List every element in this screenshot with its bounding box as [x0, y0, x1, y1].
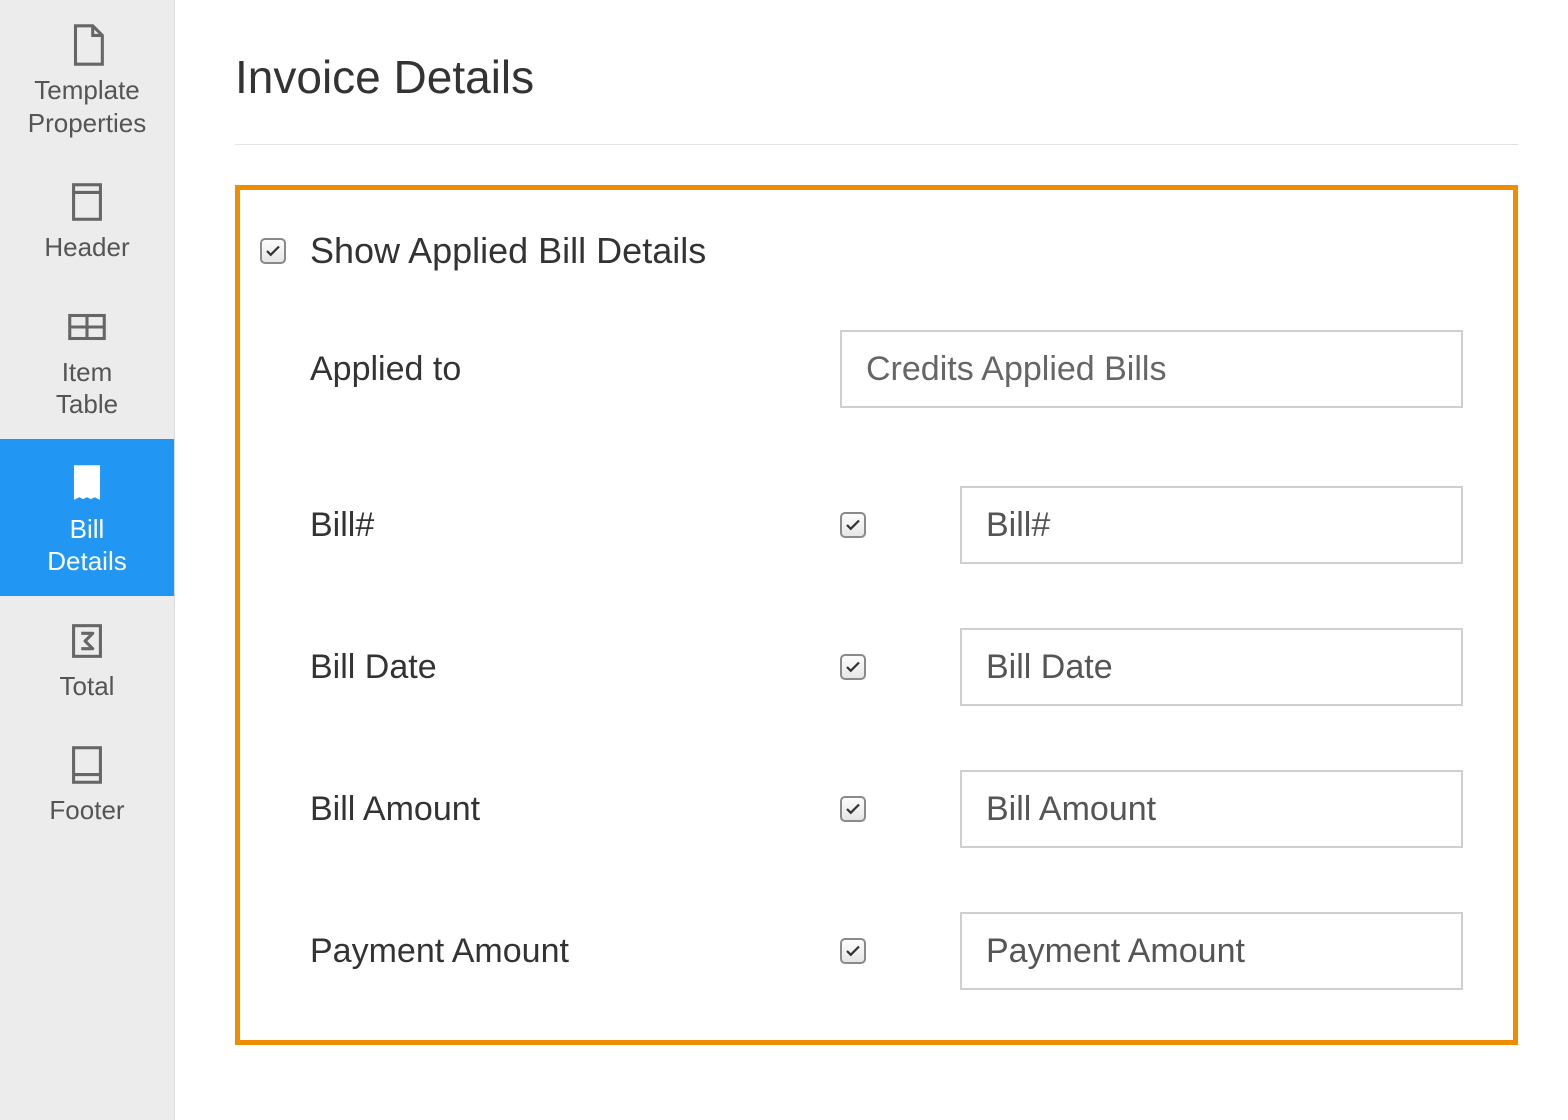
applied-to-input[interactable]	[840, 330, 1463, 408]
check-icon	[844, 800, 862, 818]
field-checkbox-bill-number[interactable]	[840, 512, 866, 538]
sidebar-item-footer[interactable]: Footer	[0, 720, 174, 845]
field-row-bill-amount: Bill Amount	[260, 770, 1463, 848]
sidebar-item-header[interactable]: Header	[0, 157, 174, 282]
field-input-bill-number[interactable]	[960, 486, 1463, 564]
page-header: Invoice Details	[235, 0, 1518, 145]
header-icon	[64, 179, 110, 225]
field-label: Bill Amount	[310, 790, 840, 829]
field-row-bill-number: Bill#	[260, 486, 1463, 564]
sidebar-item-label: ItemTable	[56, 356, 118, 421]
field-row-bill-date: Bill Date	[260, 628, 1463, 706]
sidebar-item-item-table[interactable]: ItemTable	[0, 282, 174, 439]
sidebar-item-template-properties[interactable]: TemplateProperties	[0, 0, 174, 157]
field-input-payment-amount[interactable]	[960, 912, 1463, 990]
sidebar-item-label: Footer	[49, 794, 124, 827]
sidebar-item-label: Header	[44, 231, 129, 264]
sidebar-item-label: TemplateProperties	[28, 74, 147, 139]
field-label: Payment Amount	[310, 932, 840, 971]
field-checkbox-payment-amount[interactable]	[840, 938, 866, 964]
page-icon	[64, 22, 110, 68]
bill-details-section: Show Applied Bill Details Applied to Bil…	[235, 185, 1518, 1045]
field-checkbox-bill-amount[interactable]	[840, 796, 866, 822]
sidebar-item-total[interactable]: Total	[0, 596, 174, 721]
check-icon	[844, 516, 862, 534]
sidebar-item-label: Total	[60, 670, 115, 703]
field-row-payment-amount: Payment Amount	[260, 912, 1463, 990]
main-panel: Invoice Details Show Applied Bill Detail…	[175, 0, 1568, 1120]
check-icon	[844, 658, 862, 676]
show-applied-row: Show Applied Bill Details	[260, 230, 1463, 272]
field-input-bill-amount[interactable]	[960, 770, 1463, 848]
applied-to-row: Applied to	[260, 330, 1463, 408]
field-label: Bill#	[310, 506, 840, 545]
table-icon	[64, 304, 110, 350]
show-applied-checkbox[interactable]	[260, 238, 286, 264]
receipt-icon	[64, 461, 110, 507]
applied-to-label: Applied to	[310, 350, 840, 389]
sigma-icon	[64, 618, 110, 664]
field-checkbox-bill-date[interactable]	[840, 654, 866, 680]
check-icon	[844, 942, 862, 960]
sidebar: TemplateProperties Header ItemTable Bill…	[0, 0, 175, 1120]
field-label: Bill Date	[310, 648, 840, 687]
page-title: Invoice Details	[235, 50, 1518, 104]
sidebar-item-label: BillDetails	[47, 513, 126, 578]
footer-icon	[64, 742, 110, 788]
show-applied-label: Show Applied Bill Details	[310, 230, 1463, 272]
sidebar-item-bill-details[interactable]: BillDetails	[0, 439, 174, 596]
field-input-bill-date[interactable]	[960, 628, 1463, 706]
check-icon	[264, 242, 282, 260]
